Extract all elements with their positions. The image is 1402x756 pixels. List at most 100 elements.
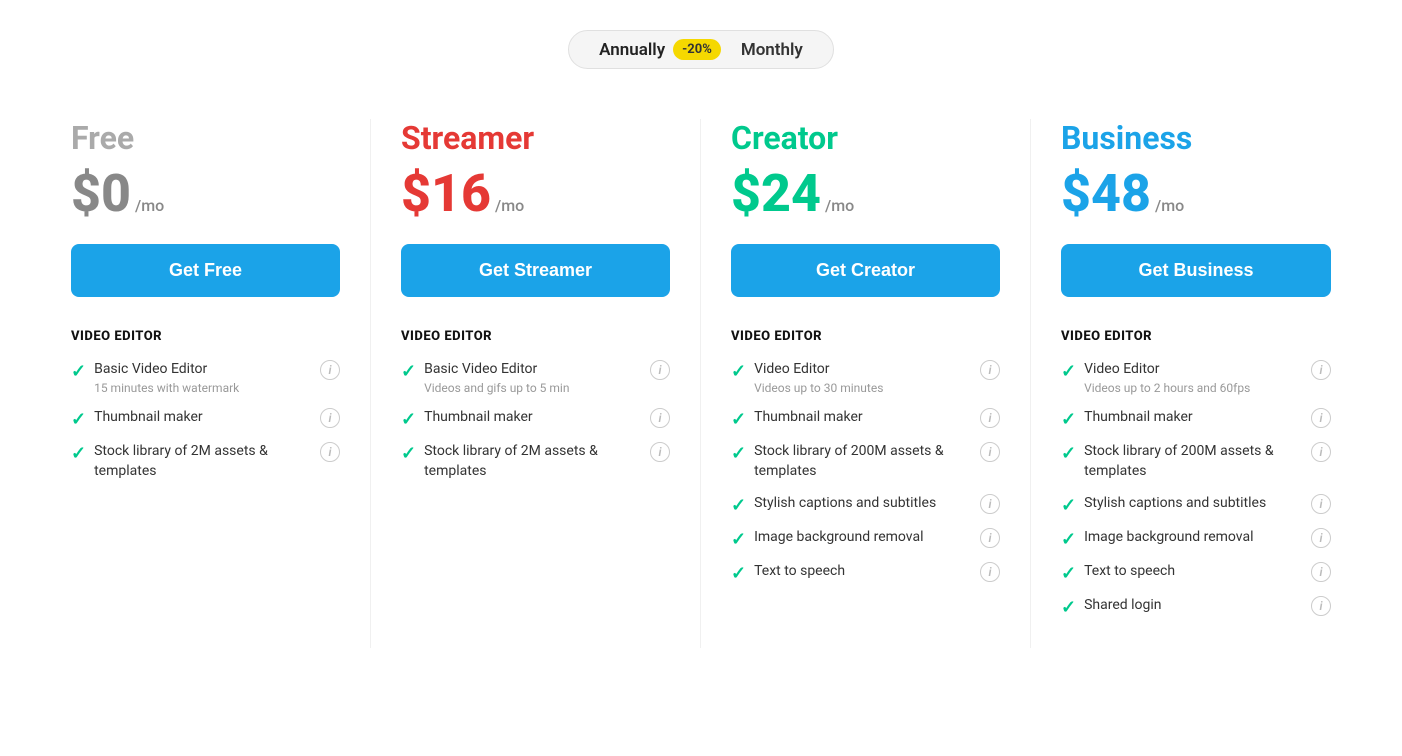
check-icon: ✓ xyxy=(401,443,416,464)
get-btn-free[interactable]: Get Free xyxy=(71,244,340,297)
check-icon: ✓ xyxy=(1061,563,1076,584)
check-icon: ✓ xyxy=(1061,529,1076,550)
info-icon[interactable]: i xyxy=(320,442,340,462)
price-amount-streamer: $16 xyxy=(401,163,491,224)
plan-col-streamer: Streamer $16 /mo Get Streamer VIDEO EDIT… xyxy=(371,119,701,648)
feature-list-free: ✓ Basic Video Editor 15 minutes with wat… xyxy=(71,360,340,482)
feature-item: ✓ Stock library of 2M assets & templates… xyxy=(71,442,340,481)
feature-item: ✓ Thumbnail maker i xyxy=(731,408,1000,430)
section-title-streamer: VIDEO EDITOR xyxy=(401,329,670,344)
info-icon[interactable]: i xyxy=(1311,562,1331,582)
check-icon: ✓ xyxy=(731,529,746,550)
feature-text: Stylish captions and subtitles xyxy=(754,494,972,514)
plan-name-streamer: Streamer xyxy=(401,119,670,157)
check-icon: ✓ xyxy=(1061,443,1076,464)
price-period-free: /mo xyxy=(135,196,164,215)
pricing-grid: Free $0 /mo Get Free VIDEO EDITOR ✓ Basi… xyxy=(41,119,1361,648)
feature-item: ✓ Text to speech i xyxy=(1061,562,1331,584)
info-icon[interactable]: i xyxy=(980,360,1000,380)
section-title-free: VIDEO EDITOR xyxy=(71,329,340,344)
discount-badge: -20% xyxy=(673,39,721,60)
check-icon: ✓ xyxy=(71,443,86,464)
feature-sub: Videos up to 30 minutes xyxy=(754,380,972,397)
feature-text: Thumbnail maker xyxy=(94,408,312,428)
plan-name-business: Business xyxy=(1061,119,1331,157)
feature-item: ✓ Stock library of 200M assets & templat… xyxy=(1061,442,1331,481)
info-icon[interactable]: i xyxy=(980,562,1000,582)
feature-text: Stylish captions and subtitles xyxy=(1084,494,1303,514)
feature-item: ✓ Video Editor Videos up to 2 hours and … xyxy=(1061,360,1331,396)
feature-text: Basic Video Editor 15 minutes with water… xyxy=(94,360,312,396)
feature-item: ✓ Image background removal i xyxy=(1061,528,1331,550)
feature-list-business: ✓ Video Editor Videos up to 2 hours and … xyxy=(1061,360,1331,618)
info-icon[interactable]: i xyxy=(320,360,340,380)
feature-item: ✓ Basic Video Editor Videos and gifs up … xyxy=(401,360,670,396)
price-period-business: /mo xyxy=(1155,196,1184,215)
feature-item: ✓ Stylish captions and subtitles i xyxy=(731,494,1000,516)
feature-text: Stock library of 200M assets & templates xyxy=(754,442,972,481)
feature-text: Stock library of 200M assets & templates xyxy=(1084,442,1303,481)
billing-toggle: Annually -20% Monthly xyxy=(40,30,1362,69)
feature-item: ✓ Stylish captions and subtitles i xyxy=(1061,494,1331,516)
feature-text: Thumbnail maker xyxy=(1084,408,1303,428)
info-icon[interactable]: i xyxy=(650,442,670,462)
check-icon: ✓ xyxy=(731,563,746,584)
check-icon: ✓ xyxy=(1061,409,1076,430)
check-icon: ✓ xyxy=(731,409,746,430)
get-btn-business[interactable]: Get Business xyxy=(1061,244,1331,297)
feature-item: ✓ Video Editor Videos up to 30 minutes i xyxy=(731,360,1000,396)
section-title-business: VIDEO EDITOR xyxy=(1061,329,1331,344)
info-icon[interactable]: i xyxy=(650,360,670,380)
feature-text: Stock library of 2M assets & templates xyxy=(424,442,642,481)
get-btn-streamer[interactable]: Get Streamer xyxy=(401,244,670,297)
info-icon[interactable]: i xyxy=(1311,494,1331,514)
feature-item: ✓ Stock library of 200M assets & templat… xyxy=(731,442,1000,481)
check-icon: ✓ xyxy=(71,361,86,382)
info-icon[interactable]: i xyxy=(1311,360,1331,380)
feature-item: ✓ Basic Video Editor 15 minutes with wat… xyxy=(71,360,340,396)
price-amount-creator: $24 xyxy=(731,163,821,224)
feature-item: ✓ Stock library of 2M assets & templates… xyxy=(401,442,670,481)
feature-text: Thumbnail maker xyxy=(424,408,642,428)
feature-text: Shared login xyxy=(1084,596,1303,616)
plan-price-free: $0 /mo xyxy=(71,163,340,224)
feature-text: Video Editor Videos up to 2 hours and 60… xyxy=(1084,360,1303,396)
plan-col-business: Business $48 /mo Get Business VIDEO EDIT… xyxy=(1031,119,1361,648)
monthly-option[interactable]: Monthly xyxy=(741,40,803,60)
feature-item: ✓ Shared login i xyxy=(1061,596,1331,618)
check-icon: ✓ xyxy=(1061,495,1076,516)
feature-item: ✓ Thumbnail maker i xyxy=(1061,408,1331,430)
info-icon[interactable]: i xyxy=(1311,528,1331,548)
price-period-creator: /mo xyxy=(825,196,854,215)
feature-sub: Videos and gifs up to 5 min xyxy=(424,380,642,397)
feature-text: Image background removal xyxy=(754,528,972,548)
check-icon: ✓ xyxy=(731,495,746,516)
feature-text: Thumbnail maker xyxy=(754,408,972,428)
plan-price-creator: $24 /mo xyxy=(731,163,1000,224)
feature-text: Basic Video Editor Videos and gifs up to… xyxy=(424,360,642,396)
feature-text: Text to speech xyxy=(1084,562,1303,582)
info-icon[interactable]: i xyxy=(650,408,670,428)
info-icon[interactable]: i xyxy=(1311,596,1331,616)
info-icon[interactable]: i xyxy=(980,408,1000,428)
annually-label: Annually xyxy=(599,40,665,60)
info-icon[interactable]: i xyxy=(980,494,1000,514)
info-icon[interactable]: i xyxy=(1311,442,1331,462)
info-icon[interactable]: i xyxy=(980,528,1000,548)
check-icon: ✓ xyxy=(1061,361,1076,382)
feature-item: ✓ Image background removal i xyxy=(731,528,1000,550)
toggle-container: Annually -20% Monthly xyxy=(568,30,834,69)
info-icon[interactable]: i xyxy=(1311,408,1331,428)
check-icon: ✓ xyxy=(1061,597,1076,618)
feature-item: ✓ Thumbnail maker i xyxy=(401,408,670,430)
plan-col-creator: Creator $24 /mo Get Creator VIDEO EDITOR… xyxy=(701,119,1031,648)
info-icon[interactable]: i xyxy=(980,442,1000,462)
info-icon[interactable]: i xyxy=(320,408,340,428)
plan-col-free: Free $0 /mo Get Free VIDEO EDITOR ✓ Basi… xyxy=(41,119,371,648)
feature-sub: 15 minutes with watermark xyxy=(94,380,312,397)
feature-list-streamer: ✓ Basic Video Editor Videos and gifs up … xyxy=(401,360,670,482)
price-amount-business: $48 xyxy=(1061,163,1151,224)
annually-option[interactable]: Annually -20% xyxy=(599,39,721,60)
get-btn-creator[interactable]: Get Creator xyxy=(731,244,1000,297)
feature-text: Video Editor Videos up to 30 minutes xyxy=(754,360,972,396)
